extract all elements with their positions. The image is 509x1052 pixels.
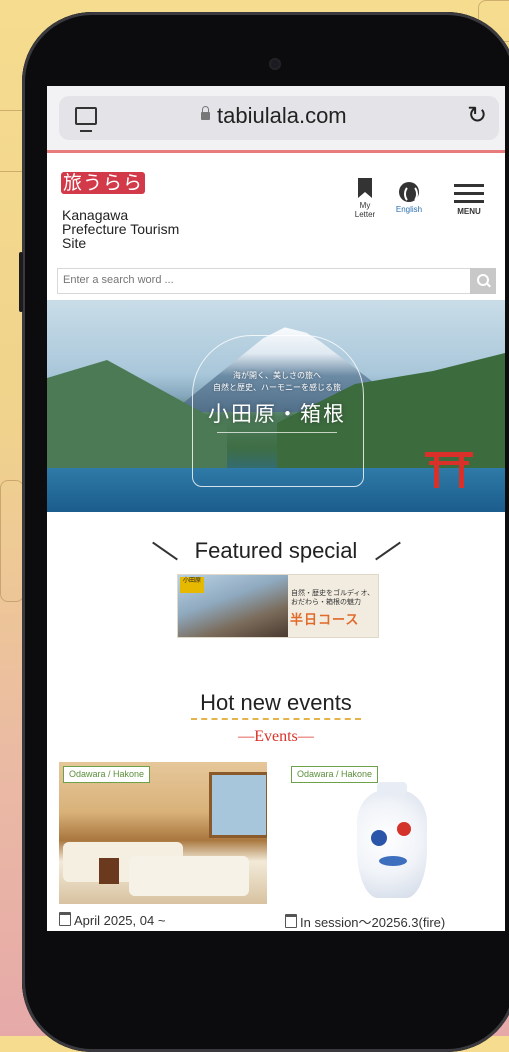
my-letter-label: My Letter (354, 201, 376, 219)
site-name-line: Kanagawa (62, 207, 129, 223)
calendar-icon (285, 914, 297, 928)
event-card[interactable]: Odawara / Hakone (287, 762, 495, 904)
header-accent-line (47, 150, 505, 153)
event-date: April 2025, 04 ~ (59, 912, 165, 928)
room-window (209, 772, 267, 838)
background-decoration (0, 480, 24, 602)
bed-runner (99, 858, 119, 884)
menu-button[interactable]: MENU (447, 184, 491, 216)
logo-text: 旅うらら (61, 172, 146, 194)
site-name-line: Prefecture Tourism (62, 221, 180, 237)
area-tag: Odawara / Hakone (291, 766, 379, 783)
browser-toolbar: tabiulala.com ↻ (47, 86, 505, 152)
menu-label: MENU (457, 207, 481, 216)
calendar-icon (59, 912, 71, 926)
porcelain-vase (357, 782, 427, 898)
bed (129, 856, 249, 896)
bookmark-icon (358, 178, 372, 198)
search-input[interactable] (58, 269, 463, 291)
hero-banner[interactable]: 海が開く、美しさの旅へ 自然と歴史、ハーモニーを感じる旅 小田原・箱根 (47, 300, 505, 512)
area-tag: Odawara / Hakone (63, 766, 151, 783)
english-button[interactable]: English (389, 182, 429, 214)
reload-icon[interactable]: ↻ (467, 104, 487, 128)
banner-course: 半日コース (290, 612, 360, 627)
tabs-icon[interactable] (75, 107, 97, 132)
hero-title: 小田原・箱根 (208, 402, 346, 426)
front-camera (269, 58, 281, 70)
hamburger-icon (454, 184, 484, 204)
site-name[interactable]: Kanagawa Prefecture Tourism Site (62, 208, 212, 250)
phone-screen: tabiulala.com ↻ 旅うらら Kanagawa Prefecture… (47, 86, 505, 931)
hero-caption: 海が開く、美しさの旅へ 自然と歴史、ハーモニーを感じる旅 (213, 371, 341, 392)
volume-button (19, 252, 23, 312)
torii-gate-icon (425, 448, 473, 488)
site-logo[interactable]: 旅うらら (61, 168, 146, 195)
featured-banner[interactable]: 小田原 自然・歴史をゴルディオ、 おだわら・箱根の魅力 半日コース (177, 574, 379, 638)
lock-icon (201, 106, 210, 120)
globe-icon (399, 182, 419, 203)
events-subtitle: —Events— (238, 728, 314, 745)
hot-new-events-title: Hot new events (200, 690, 352, 715)
featured-special-title: Featured special (194, 538, 358, 563)
url-text[interactable]: tabiulala.com (217, 103, 347, 129)
event-date: In session～20256.3(fire) (285, 912, 445, 931)
english-label: English (395, 205, 423, 214)
address-bar[interactable]: tabiulala.com ↻ (59, 96, 499, 140)
hero-divider (217, 432, 337, 433)
site-name-line: Site (62, 235, 87, 251)
search-field[interactable] (57, 268, 471, 294)
banner-tag: 小田原 (180, 577, 204, 593)
banner-text: 自然・歴史をゴルディオ、 おだわら・箱根の魅力 (291, 590, 375, 606)
search-button[interactable] (470, 268, 496, 294)
event-card[interactable]: Odawara / Hakone (59, 762, 267, 904)
title-underline (191, 718, 361, 720)
my-letter-button[interactable]: My Letter (347, 178, 383, 219)
